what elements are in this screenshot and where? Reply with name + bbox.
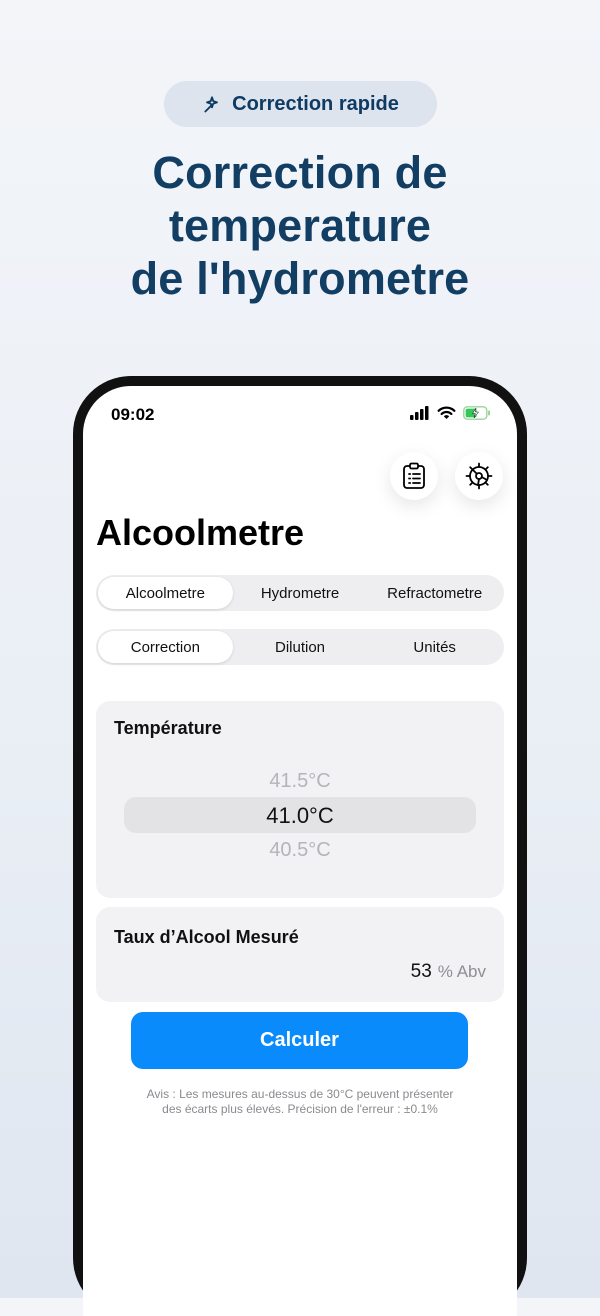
phone-frame: 09:02 Alcoolmetre Alcoolmetre Hydrometre… (73, 376, 527, 1316)
status-time: 09:02 (111, 405, 155, 424)
temperature-option-selected[interactable]: 41.0°C (96, 803, 504, 829)
alcohol-title: Taux d’Alcool Mesuré (114, 927, 299, 947)
alcohol-card: Taux d’Alcool Mesuré 53 % Abv (96, 907, 504, 1002)
tab-dilution[interactable]: Dilution (233, 631, 368, 663)
promo-badge-label: Correction rapide (232, 92, 399, 115)
headline-line-3: de l'hydrometre (130, 253, 470, 304)
alcohol-unit: % Abv (437, 962, 486, 981)
gear-icon (465, 462, 493, 490)
headline-line-1: Correction de (152, 147, 448, 198)
wifi-icon (437, 406, 456, 419)
promo-badge: Correction rapide (164, 81, 437, 127)
temperature-card: Température 41.5°C 41.0°C 40.5°C (96, 701, 504, 898)
signal-icon (410, 406, 429, 420)
temperature-option-above[interactable]: 41.5°C (96, 770, 504, 793)
calculate-button[interactable]: Calculer (131, 1012, 468, 1069)
clipboard-list-icon (403, 462, 425, 489)
app-title: Alcoolmetre (96, 512, 305, 553)
tab-alcoolmetre[interactable]: Alcoolmetre (98, 577, 233, 609)
notice-text: Avis : Les mesures au-dessus de 30°C peu… (113, 1087, 487, 1117)
notice-line-2: des écarts plus élevés. Précision de l'e… (162, 1102, 438, 1116)
alcohol-input[interactable]: 53 % Abv (411, 961, 486, 983)
instrument-segmented-control: Alcoolmetre Hydrometre Refractometre (96, 575, 504, 611)
tab-hydrometre[interactable]: Hydrometre (233, 577, 368, 609)
alcohol-value: 53 (410, 961, 432, 982)
temperature-option-below[interactable]: 40.5°C (96, 839, 504, 862)
notice-line-1: Avis : Les mesures au-dessus de 30°C peu… (146, 1087, 454, 1101)
headline-line-2: temperature (168, 200, 432, 251)
status-icons (410, 406, 491, 420)
magic-wand-icon (204, 96, 219, 113)
battery-charging-icon (463, 406, 490, 420)
mode-segmented-control: Correction Dilution Unités (96, 629, 504, 665)
temperature-title: Température (114, 718, 222, 738)
tab-refractometre[interactable]: Refractometre (367, 577, 502, 609)
tab-unites[interactable]: Unités (367, 631, 502, 663)
phone-screen: 09:02 Alcoolmetre Alcoolmetre Hydrometre… (83, 386, 517, 1316)
tab-correction[interactable]: Correction (98, 631, 233, 663)
history-button[interactable] (390, 452, 438, 500)
settings-button[interactable] (455, 452, 503, 500)
promo-headline: Correction de temperature de l'hydrometr… (0, 146, 600, 305)
